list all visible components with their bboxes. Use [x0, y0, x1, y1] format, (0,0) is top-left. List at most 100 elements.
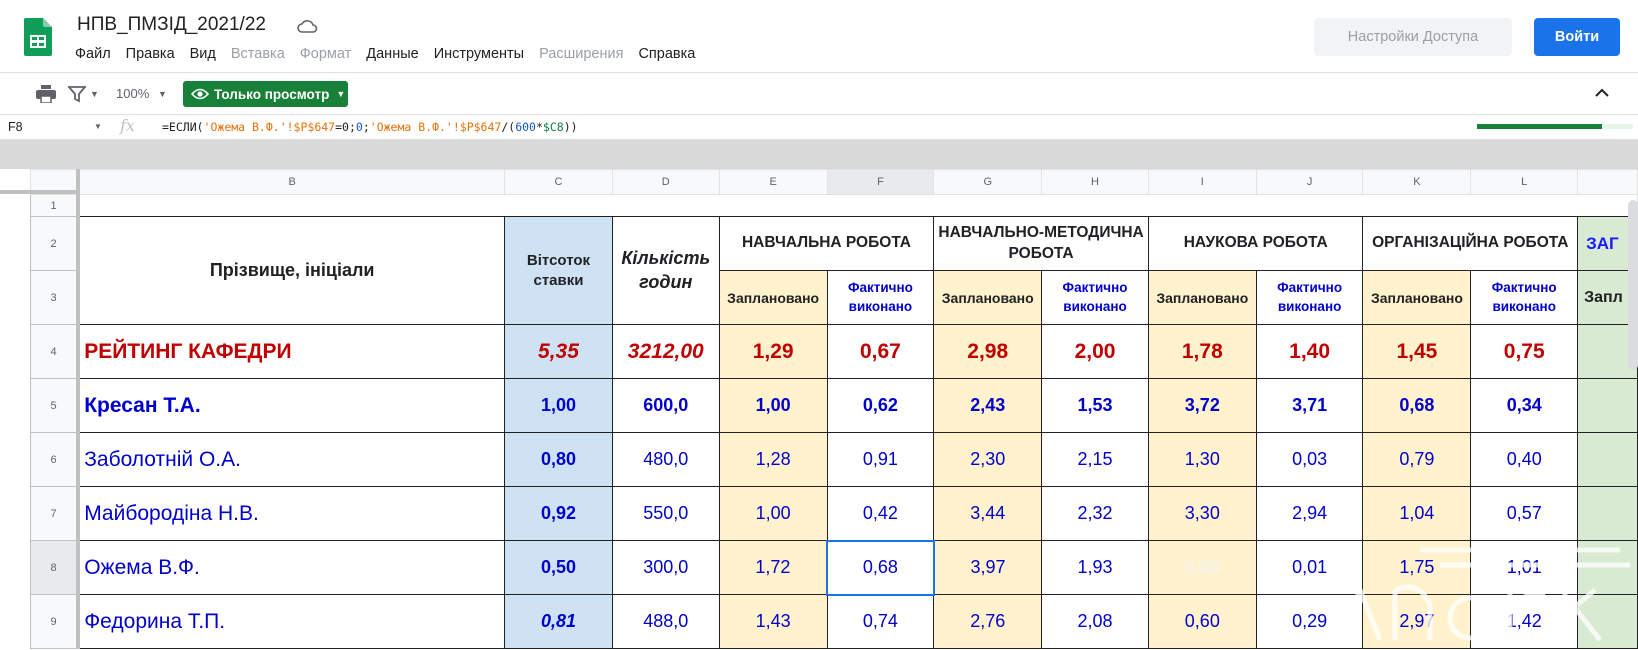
hours-cell[interactable]: 488,0 [611, 594, 720, 649]
column-header[interactable]: E [718, 169, 828, 195]
value-cell[interactable]: 3,72 [1147, 378, 1257, 433]
rating-label[interactable]: РЕЙТИНГ КАФЕДРИ [77, 324, 506, 379]
row-header[interactable]: 2 [30, 216, 81, 271]
row-header[interactable]: 3 [30, 270, 81, 325]
value-cell[interactable]: 0,42 [826, 486, 935, 541]
planned-header[interactable]: Заплановано [933, 270, 1043, 325]
person-name[interactable]: Федорина Т.П. [77, 594, 506, 649]
planned-header[interactable]: Заплановано [1147, 270, 1257, 325]
rating-value[interactable]: 1,40 [1255, 324, 1364, 379]
person-name[interactable]: Заболотній О.А. [77, 432, 506, 487]
section-header-teaching[interactable]: НАВЧАЛЬНА РОБОТА [718, 216, 935, 271]
value-cell[interactable]: 1,04 [1362, 486, 1472, 541]
value-cell[interactable]: 3,71 [1255, 378, 1364, 433]
value-cell[interactable]: 0,03 [1255, 432, 1364, 487]
sheets-logo-icon[interactable] [24, 18, 52, 56]
value-cell[interactable]: 2,43 [933, 378, 1043, 433]
hours-cell[interactable]: 480,0 [611, 432, 720, 487]
value-cell[interactable]: 0,01 [1255, 540, 1364, 595]
section-header-organizational[interactable]: ОРГАНІЗАЦІЙНА РОБОТА [1362, 216, 1579, 271]
done-header[interactable]: Фактично виконано [1470, 270, 1579, 325]
section-header-methodical[interactable]: НАВЧАЛЬНО-МЕТОДИЧНА РОБОТА [933, 216, 1149, 271]
rating-value[interactable]: 1,45 [1362, 324, 1472, 379]
value-cell[interactable]: 0,00 [1147, 540, 1257, 595]
value-cell[interactable]: 3,30 [1147, 486, 1257, 541]
column-header[interactable]: B [77, 169, 506, 195]
column-header[interactable] [1577, 169, 1638, 195]
value-cell[interactable]: 0,62 [826, 378, 935, 433]
menu-edit[interactable]: Правка [126, 46, 175, 62]
freeze-divider[interactable] [0, 190, 78, 194]
value-cell[interactable]: 1,00 [718, 378, 828, 433]
sign-in-button[interactable]: Войти [1534, 18, 1620, 56]
person-name[interactable]: Кресан Т.А. [77, 378, 506, 433]
name-box-caret-icon[interactable]: ▼ [94, 122, 102, 131]
value-cell[interactable]: 2,94 [1255, 486, 1364, 541]
value-cell[interactable]: 2,15 [1041, 432, 1149, 487]
filter-caret-icon[interactable]: ▼ [90, 89, 99, 99]
column-header[interactable]: D [611, 169, 720, 195]
column-header[interactable]: J [1255, 169, 1364, 195]
value-cell[interactable]: 1,01 [1470, 540, 1579, 595]
filter-icon[interactable] [68, 85, 86, 103]
value-cell[interactable]: 1,75 [1362, 540, 1472, 595]
rating-value[interactable]: 2,98 [933, 324, 1043, 379]
menu-help[interactable]: Справка [638, 46, 695, 62]
document-title[interactable]: НПВ_ПМЗІД_2021/22 [77, 14, 266, 36]
value-cell[interactable]: 0,34 [1470, 378, 1579, 433]
done-header[interactable]: Фактично виконано [1255, 270, 1364, 325]
value-cell[interactable]: 0,79 [1362, 432, 1472, 487]
row-header[interactable]: 7 [30, 486, 81, 541]
value-cell[interactable]: 1,72 [718, 540, 828, 595]
value-cell[interactable]: 1,42 [1470, 594, 1579, 649]
row-header[interactable]: 4 [30, 324, 81, 379]
done-header[interactable]: Фактично виконано [826, 270, 935, 325]
hours-cell[interactable]: 550,0 [611, 486, 720, 541]
name-box[interactable]: F8 [8, 120, 23, 134]
value-cell[interactable]: 1,30 [1147, 432, 1257, 487]
value-cell[interactable]: 0,40 [1470, 432, 1579, 487]
row-header-selected[interactable]: 8 [30, 540, 81, 595]
hours-cell[interactable]: 300,0 [611, 540, 720, 595]
planned-header[interactable]: Заплановано [1362, 270, 1472, 325]
value-cell[interactable]: 1,00 [718, 486, 828, 541]
rating-value[interactable]: 0,67 [826, 324, 935, 379]
person-name[interactable]: Ожема В.Ф. [77, 540, 506, 595]
percent-cell[interactable]: 0,50 [504, 540, 613, 595]
value-cell[interactable]: 0,68 [1362, 378, 1472, 433]
value-cell[interactable]: 2,30 [933, 432, 1043, 487]
menu-view[interactable]: Вид [190, 46, 216, 62]
zoom-caret-icon[interactable]: ▼ [158, 89, 167, 99]
value-cell[interactable]: 2,32 [1041, 486, 1149, 541]
column-header[interactable]: G [933, 169, 1043, 195]
percent-cell[interactable]: 1,00 [504, 378, 613, 433]
value-cell[interactable]: 1,93 [1041, 540, 1149, 595]
percent-cell[interactable]: 0,92 [504, 486, 613, 541]
column-header[interactable]: K [1362, 169, 1472, 195]
column-header[interactable]: L [1470, 169, 1579, 195]
formula-input[interactable]: =ЕСЛИ('Ожема В.Ф.'!$P$647=0;0;'Ожема В.Ф… [162, 120, 578, 134]
hours-column-header[interactable]: Кількість годин [611, 216, 720, 325]
value-cell[interactable]: 2,08 [1041, 594, 1149, 649]
value-cell[interactable]: 0,29 [1255, 594, 1364, 649]
value-cell[interactable]: 0,57 [1470, 486, 1579, 541]
value-cell[interactable]: 1,28 [718, 432, 828, 487]
selected-cell[interactable]: 0,68 [826, 539, 935, 596]
rating-value[interactable]: 0,75 [1470, 324, 1579, 379]
rating-value[interactable]: 1,29 [718, 324, 828, 379]
column-header-selected[interactable]: F [826, 169, 935, 195]
value-cell[interactable]: 3,44 [933, 486, 1043, 541]
menu-data[interactable]: Данные [366, 46, 418, 62]
value-cell[interactable]: 2,97 [1362, 594, 1472, 649]
rating-value[interactable]: 2,00 [1041, 324, 1149, 379]
total-cell[interactable] [1577, 378, 1638, 433]
print-icon[interactable] [36, 85, 56, 103]
percent-cell[interactable]: 0,81 [504, 594, 613, 649]
cloud-saved-icon[interactable] [296, 17, 318, 35]
rating-hours[interactable]: 3212,00 [611, 324, 720, 379]
done-header[interactable]: Фактично виконано [1041, 270, 1149, 325]
menu-tools[interactable]: Инструменты [434, 46, 524, 62]
rating-value[interactable]: 1,78 [1147, 324, 1257, 379]
menu-file[interactable]: Файл [75, 46, 111, 62]
chevron-up-icon[interactable] [1594, 85, 1610, 101]
